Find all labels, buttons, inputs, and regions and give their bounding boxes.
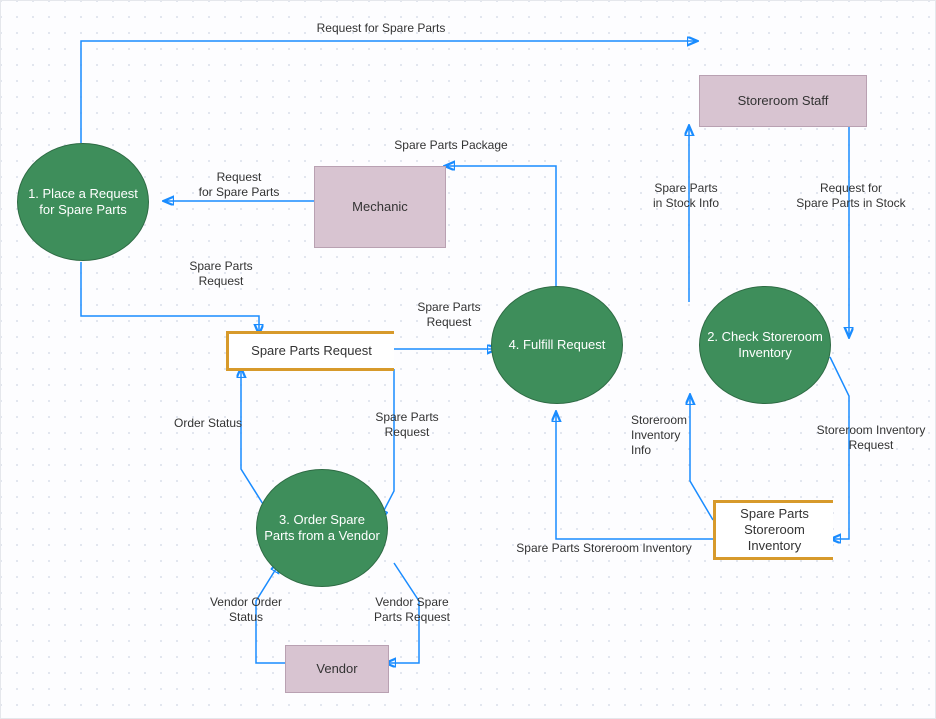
entity-mechanic[interactable]: Mechanic [314,166,446,248]
label-request-for-spare-parts-in-stock: Request for Spare Parts in Stock [781,181,921,211]
entity-vendor[interactable]: Vendor [285,645,389,693]
diagram-canvas[interactable]: { "nodes": { "p1": "1. Place a Request f… [0,0,936,719]
label-spare-parts-storeroom-inventory-flow: Spare Parts Storeroom Inventory [499,541,709,556]
process-3-order-vendor[interactable]: 3. Order Spare Parts from a Vendor [256,469,388,587]
process-1-label: 1. Place a Request for Spare Parts [24,186,142,219]
label-mechanic-to-p1: Request for Spare Parts [179,170,299,200]
label-spare-parts-in-stock-info: Spare Parts in Stock Info [631,181,741,211]
label-p1-to-dsrequest: Spare Parts Request [161,259,281,289]
label-request-for-spare-parts-top: Request for Spare Parts [291,21,471,36]
process-3-label: 3. Order Spare Parts from a Vendor [263,512,381,545]
label-order-status: Order Status [153,416,263,431]
process-1-place-request[interactable]: 1. Place a Request for Spare Parts [17,143,149,261]
entity-vendor-label: Vendor [316,661,357,677]
ds-request-label: Spare Parts Request [251,343,372,359]
label-dsrequest-to-p3: Spare Parts Request [357,410,457,440]
label-vendor-order-status: Vendor Order Status [191,595,301,625]
datastore-storeroom-inventory[interactable]: Spare Parts Storeroom Inventory [713,500,833,560]
label-dsrequest-to-p4: Spare Parts Request [399,300,499,330]
entity-mechanic-label: Mechanic [352,199,408,215]
label-storeroom-inventory-info: Storeroom Inventory Info [631,413,721,458]
label-storeroom-inventory-request: Storeroom Inventory Request [801,423,936,453]
entity-storeroom-staff[interactable]: Storeroom Staff [699,75,867,127]
ds-inventory-label: Spare Parts Storeroom Inventory [726,506,823,555]
datastore-spare-parts-request[interactable]: Spare Parts Request [226,331,394,371]
process-2-check-inventory[interactable]: 2. Check Storeroom Inventory [699,286,831,404]
process-4-label: 4. Fulfill Request [509,337,606,353]
entity-storeroom-staff-label: Storeroom Staff [738,93,829,109]
label-spare-parts-package: Spare Parts Package [371,138,531,153]
label-vendor-spare-parts-request: Vendor Spare Parts Request [357,595,467,625]
process-4-fulfill-request[interactable]: 4. Fulfill Request [491,286,623,404]
process-2-label: 2. Check Storeroom Inventory [706,329,824,362]
